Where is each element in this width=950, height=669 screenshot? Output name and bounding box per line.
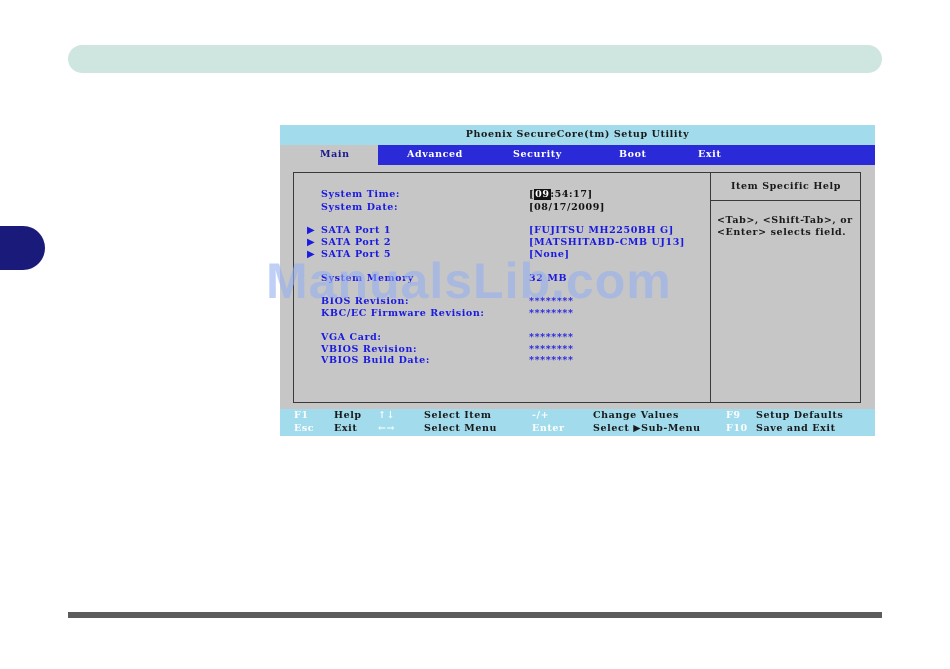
key-esc: Esc (294, 423, 315, 434)
vga-card-label: VGA Card: (321, 332, 382, 343)
tab-boot[interactable]: Boot (619, 145, 647, 165)
help-header: Item Specific Help (711, 173, 861, 201)
sata-port-1-value: [FUJITSU MH2250BH G] (529, 225, 674, 236)
vbios-date-value: ******** (529, 355, 574, 366)
panel-divider (710, 173, 711, 402)
legend-change-values: Change Values (593, 410, 679, 421)
key-f1: F1 (294, 410, 309, 421)
sata-port-2-label[interactable]: SATA Port 2 (321, 237, 391, 248)
tab-main[interactable]: Main (280, 145, 378, 165)
sata2-arrow-icon: ▶ (307, 237, 316, 248)
key-f10: F10 (726, 423, 748, 434)
sata-port-1-label[interactable]: SATA Port 1 (321, 225, 391, 236)
sata1-arrow-icon: ▶ (307, 225, 316, 236)
legend-save-exit: Save and Exit (756, 423, 836, 434)
legend-select-item: Select Item (424, 410, 492, 421)
bios-key-legend: F1 Help ↑↓ Select Item -/+ Change Values… (280, 409, 875, 436)
legend-select-menu: Select Menu (424, 423, 498, 434)
tab-exit[interactable]: Exit (698, 145, 721, 165)
key-minusplus: -/+ (532, 410, 550, 421)
system-date-value[interactable]: [08/17/2009] (529, 202, 605, 213)
legend-help: Help (334, 410, 362, 421)
bios-title: Phoenix SecureCore(tm) Setup Utility (280, 125, 875, 145)
bios-menu-bar: Main Advanced Security Boot Exit (280, 145, 875, 165)
tab-security[interactable]: Security (513, 145, 562, 165)
system-time-value[interactable]: [09:54:17] (529, 189, 593, 200)
vbios-date-label: VBIOS Build Date: (321, 355, 430, 366)
page-header-bar (68, 45, 882, 73)
page-footer-rule (68, 612, 882, 618)
legend-select-submenu: Select ▶Sub-Menu (593, 423, 701, 434)
vbios-revision-value: ******** (529, 344, 574, 355)
tab-advanced[interactable]: Advanced (407, 145, 463, 165)
legend-exit: Exit (334, 423, 358, 434)
legend-setup-defaults: Setup Defaults (756, 410, 844, 421)
key-leftright: ←→ (378, 423, 396, 434)
chapter-tab (0, 226, 45, 270)
system-time-rest: :54:17] (550, 189, 593, 200)
key-enter: Enter (532, 423, 565, 434)
system-date-label: System Date: (321, 202, 399, 213)
vbios-revision-label: VBIOS Revision: (321, 344, 418, 355)
system-time-label: System Time: (321, 189, 401, 200)
sata-port-2-value: [MATSHITABD-CMB UJ13] (529, 237, 686, 248)
key-updown: ↑↓ (378, 410, 396, 421)
help-text: <Tab>, <Shift-Tab>, or <Enter> selects f… (717, 215, 853, 238)
key-f9: F9 (726, 410, 741, 421)
system-time-hour[interactable]: 09 (534, 189, 551, 200)
vga-card-value: ******** (529, 332, 574, 343)
watermark: ManualsLib.com (266, 253, 672, 309)
